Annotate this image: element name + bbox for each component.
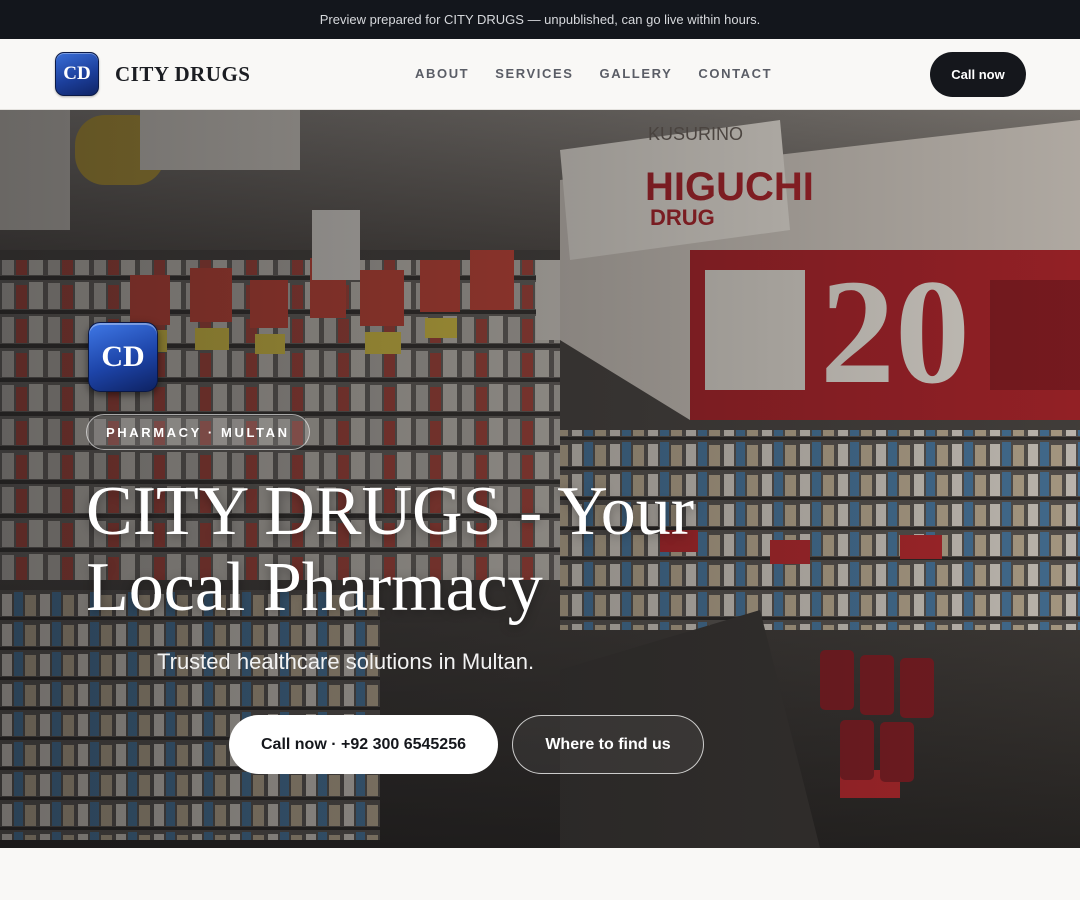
hero-category-tag: PHARMACY · MULTAN: [86, 414, 310, 450]
nav-link-gallery[interactable]: GALLERY: [600, 66, 673, 81]
brand[interactable]: CD CITY DRUGS: [55, 52, 251, 96]
hero-category-tag-text: PHARMACY · MULTAN: [106, 424, 290, 440]
hero-logo: CD: [88, 322, 158, 392]
site-header: CD CITY DRUGS ABOUT SERVICES GALLERY CON…: [0, 39, 1080, 110]
hero-section: 20 HIGUCHI DRUG KUSURINO CD PHARMACY · M…: [0, 110, 1080, 848]
find-us-button[interactable]: Where to find us: [512, 715, 704, 774]
brand-name: CITY DRUGS: [115, 61, 251, 86]
preview-banner-text: Preview prepared for CITY DRUGS — unpubl…: [319, 12, 761, 27]
nav-link-contact[interactable]: CONTACT: [698, 66, 772, 81]
brand-logo: CD: [55, 52, 99, 96]
nav-link-services[interactable]: SERVICES: [495, 66, 573, 81]
hero-title: CITY DRUGS - Your Local Pharmacy: [86, 473, 695, 626]
main-nav: ABOUT SERVICES GALLERY CONTACT: [415, 66, 798, 81]
nav-link-about[interactable]: ABOUT: [415, 66, 469, 81]
call-now-phone-button[interactable]: Call now · +92 300 6545256: [229, 715, 498, 774]
hero-subtitle: Trusted healthcare solutions in Multan.: [157, 649, 535, 674]
header-call-button[interactable]: Call now: [930, 52, 1026, 97]
preview-banner: Preview prepared for CITY DRUGS — unpubl…: [0, 0, 1080, 39]
next-section: [0, 848, 1080, 900]
